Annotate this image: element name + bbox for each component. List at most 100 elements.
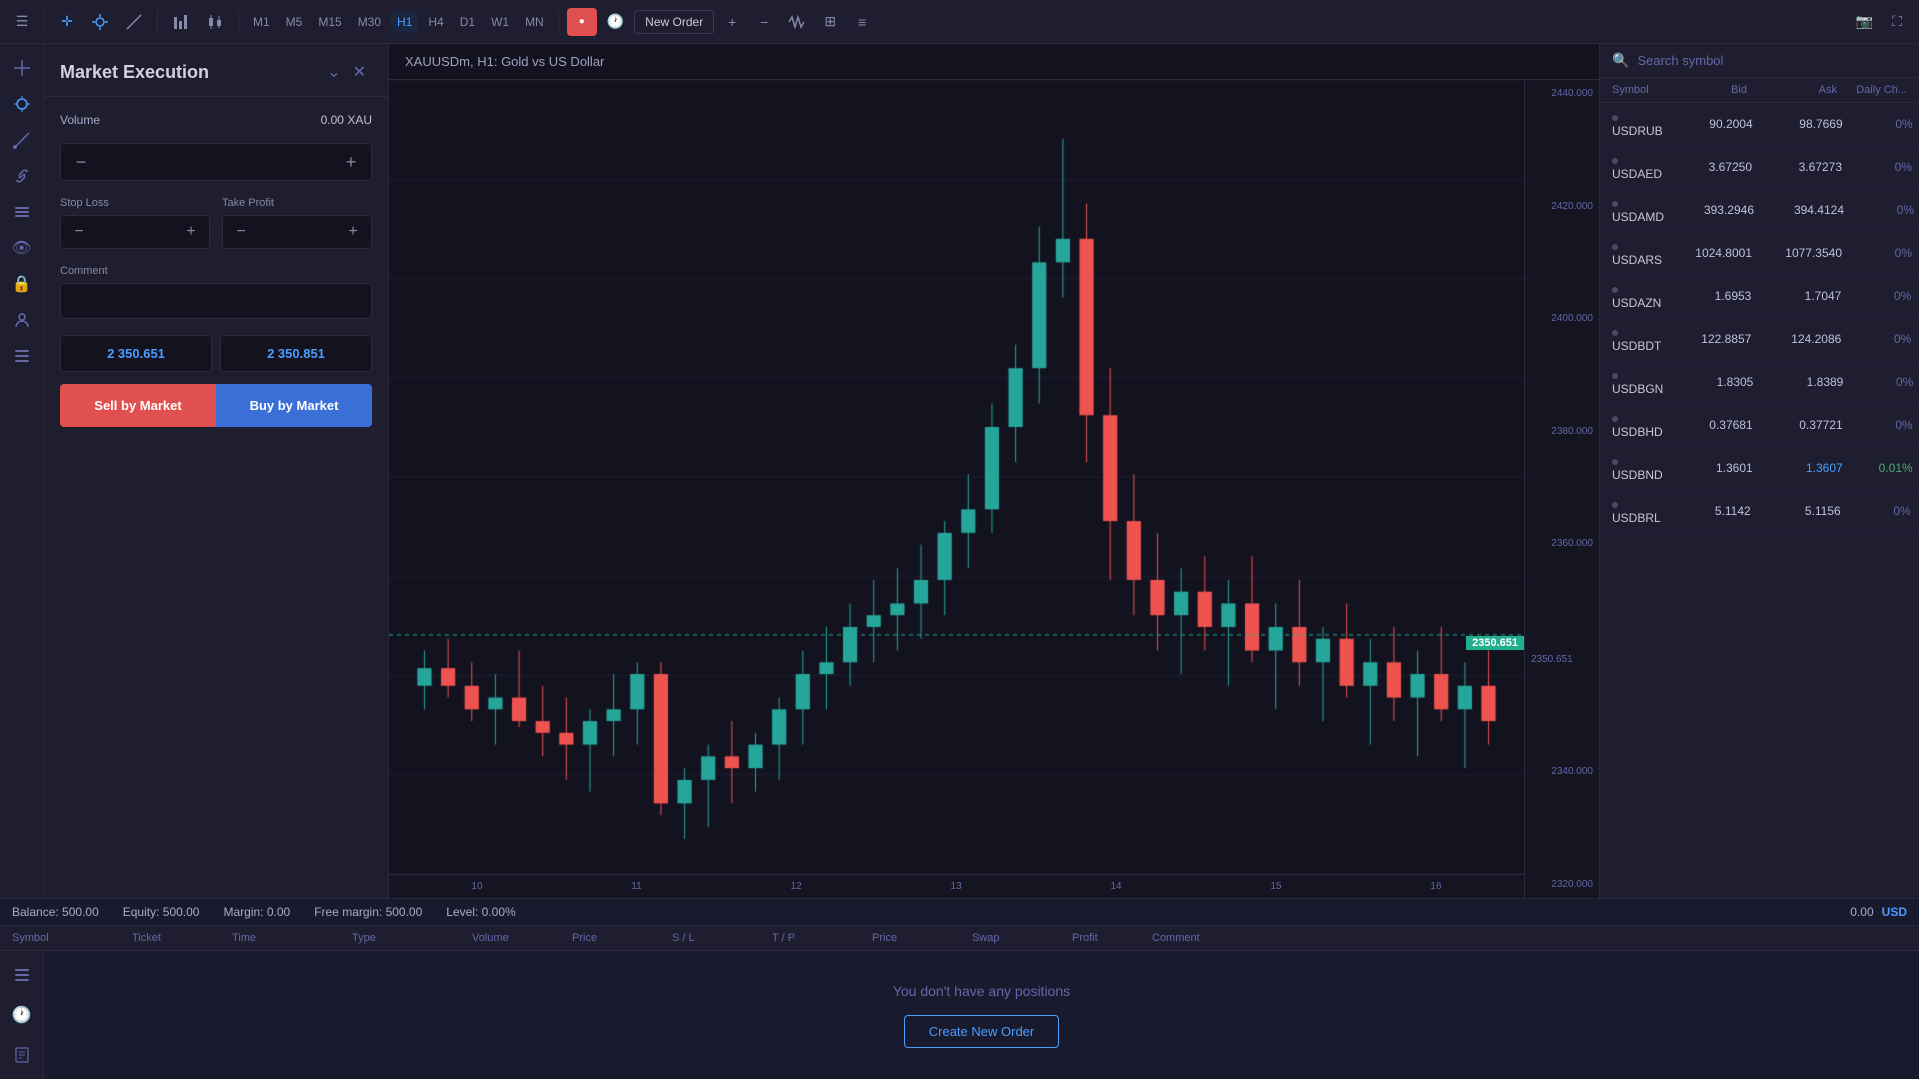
sidebar-lock[interactable]: 🔒 — [6, 268, 38, 300]
sidebar-indicators-icon — [13, 95, 31, 113]
status-bar: Balance: 500.00 Equity: 500.00 Margin: 0… — [0, 899, 1919, 926]
toolbar: ☰ ✛ M1 M5 M15 — [0, 0, 1919, 44]
close-button[interactable]: ✕ — [347, 60, 372, 84]
sell-market-button[interactable]: Sell by Market — [60, 384, 216, 427]
col-symbol: Symbol — [12, 932, 132, 944]
symbol-table: Symbol Bid Ask Daily Ch... USDRUB 90.200… — [1600, 78, 1919, 898]
margin-display: Margin: 0.00 — [223, 905, 290, 919]
list-item[interactable]: USDBHD 0.37681 0.37721 0% — [1600, 404, 1919, 447]
chart-title: XAUUSDm, H1: Gold vs US Dollar — [389, 44, 1599, 80]
clock-icon-btn[interactable]: 🕐 — [601, 8, 630, 36]
x-label-5: 15 — [1270, 881, 1281, 892]
sidebar-eye[interactable]: 👁 — [6, 232, 38, 264]
tf-m1[interactable]: M1 — [247, 11, 276, 33]
create-new-order-button[interactable]: Create New Order — [904, 1015, 1059, 1048]
fullscreen-button[interactable]: ⛶ — [1883, 8, 1911, 36]
level-value: 0.00% — [482, 905, 516, 919]
tf-mn[interactable]: MN — [519, 11, 550, 33]
waveform-button[interactable] — [782, 8, 812, 36]
sl-tp-row: Stop Loss − + Take Profit − + — [60, 197, 372, 249]
new-order-button[interactable]: New Order — [634, 10, 714, 34]
sidebar-line-tool[interactable] — [6, 124, 38, 156]
toolbar-divider-1 — [44, 10, 45, 34]
list-item[interactable]: USDAED 3.67250 3.67273 0% — [1600, 146, 1919, 189]
symbol-name: USDBHD — [1612, 411, 1663, 439]
sidebar-user[interactable] — [6, 304, 38, 336]
comment-input[interactable] — [60, 283, 372, 319]
sidebar-line-icon — [13, 131, 31, 149]
symbol-bid: 3.67250 — [1662, 160, 1752, 174]
symbol-name: USDBND — [1612, 454, 1663, 482]
positions-list-icon[interactable] — [6, 959, 38, 991]
bid-price-button[interactable]: 2 350.651 — [60, 335, 212, 372]
symbol-name: USDARS — [1612, 239, 1662, 267]
chart-canvas — [389, 80, 1524, 874]
free-margin-display: Free margin: 500.00 — [314, 905, 422, 919]
list-item[interactable]: USDAMD 393.2946 394.4124 0% — [1600, 189, 1919, 232]
col-swap: Swap — [972, 932, 1072, 944]
live-button[interactable]: ● — [567, 8, 597, 36]
list-item[interactable]: USDBGN 1.8305 1.8389 0% — [1600, 361, 1919, 404]
symbol-change: 0% — [1843, 418, 1913, 432]
col-ask: Ask — [1747, 84, 1837, 96]
balance-label: Balance: — [12, 905, 59, 919]
list-item[interactable]: USDBND 1.3601 1.3607 0.01% — [1600, 447, 1919, 490]
tf-d1[interactable]: D1 — [454, 11, 481, 33]
search-input[interactable] — [1637, 53, 1907, 68]
candle-chart-button[interactable] — [200, 8, 230, 36]
list-item[interactable]: USDBDT 122.8857 124.2086 0% — [1600, 318, 1919, 361]
list-item[interactable]: USDBRL 5.1142 5.1156 0% — [1600, 490, 1919, 533]
volume-increase-button[interactable]: + — [331, 144, 371, 180]
screenshot-button[interactable]: 📷 — [1850, 8, 1879, 36]
take-profit-label: Take Profit — [222, 197, 372, 209]
list-item[interactable]: USDAZN 1.6953 1.7047 0% — [1600, 275, 1919, 318]
add-button[interactable]: + — [718, 8, 746, 36]
tf-h4[interactable]: H4 — [422, 11, 449, 33]
status-bar-right: 0.00 USD — [1850, 905, 1907, 919]
col-comment: Comment — [1152, 932, 1200, 944]
left-bottom-sidebar: 🕐 — [0, 951, 44, 1079]
list-item[interactable]: USDRUB 90.2004 98.7669 0% — [1600, 103, 1919, 146]
history-icon[interactable]: 🕐 — [6, 999, 38, 1031]
grid-button[interactable]: ⊞ — [816, 8, 844, 36]
col-change: Daily Ch... — [1837, 84, 1907, 96]
take-profit-stepper: − + — [222, 215, 372, 249]
tf-h1[interactable]: H1 — [391, 11, 418, 33]
sidebar-layers[interactable] — [6, 196, 38, 228]
sl-decrease-button[interactable]: − — [61, 216, 97, 248]
x-label-6: 16 — [1430, 881, 1441, 892]
chart-container[interactable]: 2440.000 2420.000 2400.000 2380.000 2360… — [389, 80, 1599, 898]
buy-market-button[interactable]: Buy by Market — [216, 384, 372, 427]
reports-icon[interactable] — [6, 1039, 38, 1071]
zoom-out-button[interactable]: − — [750, 8, 778, 36]
tf-m5[interactable]: M5 — [280, 11, 309, 33]
symbol-bid: 0.37681 — [1663, 418, 1753, 432]
list-item[interactable]: USDARS 1024.8001 1077.3540 0% — [1600, 232, 1919, 275]
menu-button[interactable]: ☰ — [8, 8, 36, 36]
tp-decrease-button[interactable]: − — [223, 216, 259, 248]
expand-button[interactable]: ⌄ — [321, 60, 346, 84]
ask-price-button[interactable]: 2 350.851 — [220, 335, 372, 372]
tf-m30[interactable]: M30 — [352, 11, 387, 33]
col-sl: S / L — [672, 932, 772, 944]
sidebar-link[interactable] — [6, 160, 38, 192]
indicators-button[interactable] — [85, 8, 115, 36]
line-tool-icon — [125, 13, 143, 31]
sidebar-settings[interactable] — [6, 340, 38, 372]
sidebar-crosshair[interactable] — [6, 52, 38, 84]
tp-increase-button[interactable]: + — [335, 216, 371, 248]
order-panel-header: Market Execution ⌄ ✕ — [44, 44, 388, 97]
symbol-name: USDBDT — [1612, 325, 1661, 353]
volume-decrease-button[interactable]: − — [61, 144, 101, 180]
line-tool-button[interactable] — [119, 8, 149, 36]
symbol-name: USDRUB — [1612, 110, 1663, 138]
list-button[interactable]: ≡ — [848, 8, 876, 36]
sl-increase-button[interactable]: + — [173, 216, 209, 248]
tf-w1[interactable]: W1 — [485, 11, 515, 33]
crosshair-button[interactable]: ✛ — [53, 8, 81, 36]
symbol-change: 0% — [1842, 246, 1912, 260]
take-profit-group: Take Profit − + — [222, 197, 372, 249]
bar-chart-button[interactable] — [166, 8, 196, 36]
tf-m15[interactable]: M15 — [312, 11, 347, 33]
sidebar-indicators[interactable] — [6, 88, 38, 120]
